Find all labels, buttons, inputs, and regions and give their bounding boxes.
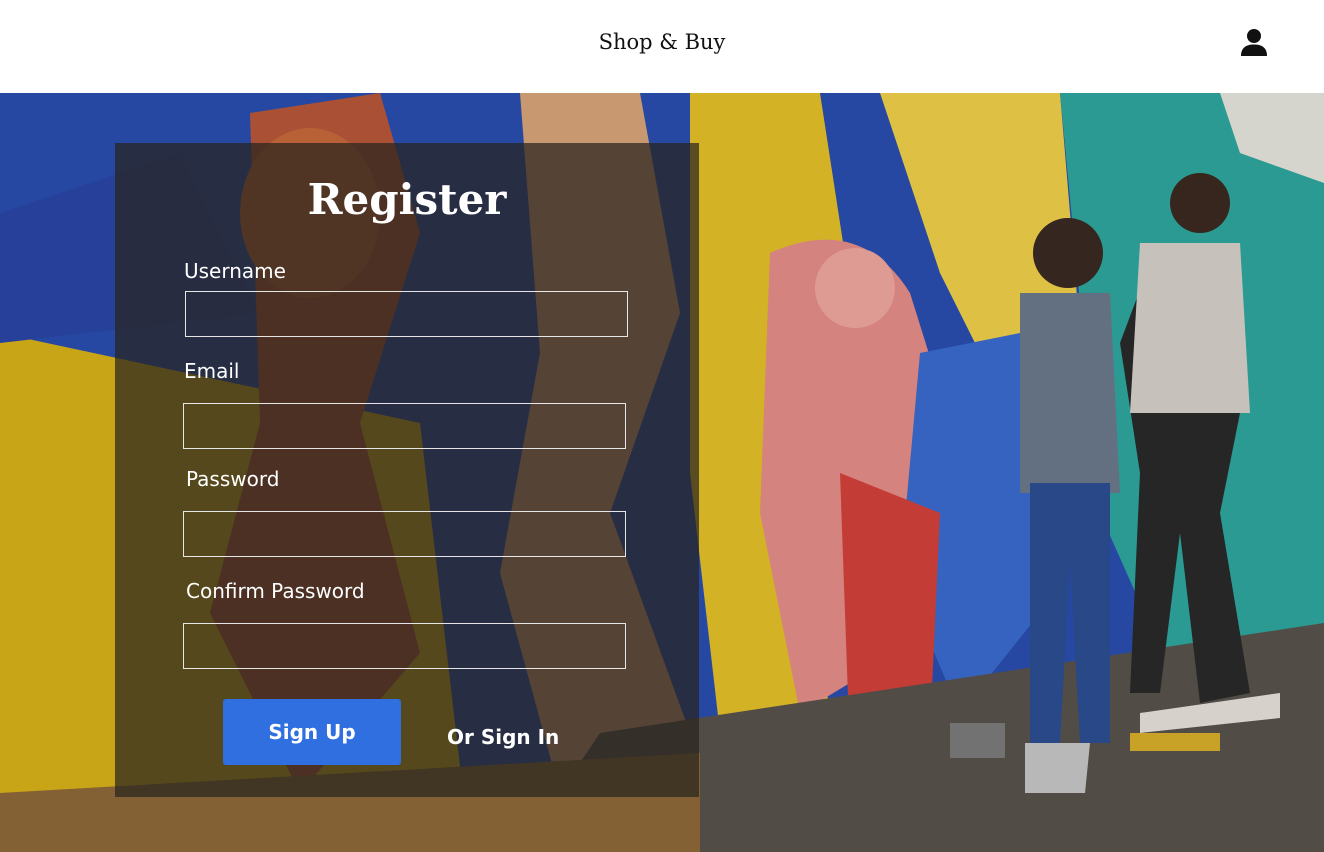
email-label: Email (184, 359, 240, 383)
confirm-password-label: Confirm Password (186, 579, 365, 603)
password-label: Password (186, 467, 280, 491)
register-panel: Register Username Email Password Confirm… (115, 143, 699, 797)
password-input[interactable] (183, 511, 626, 557)
brand-name[interactable]: Shop & Buy (0, 30, 1324, 54)
top-navbar: Shop & Buy (0, 0, 1324, 93)
username-label: Username (184, 259, 286, 283)
register-title: Register (307, 175, 507, 224)
sign-in-link[interactable]: Or Sign In (447, 725, 559, 749)
email-input[interactable] (183, 403, 626, 449)
user-icon[interactable] (1238, 26, 1270, 58)
sign-up-button[interactable]: Sign Up (223, 699, 401, 765)
confirm-password-input[interactable] (183, 623, 626, 669)
username-input[interactable] (185, 291, 628, 337)
